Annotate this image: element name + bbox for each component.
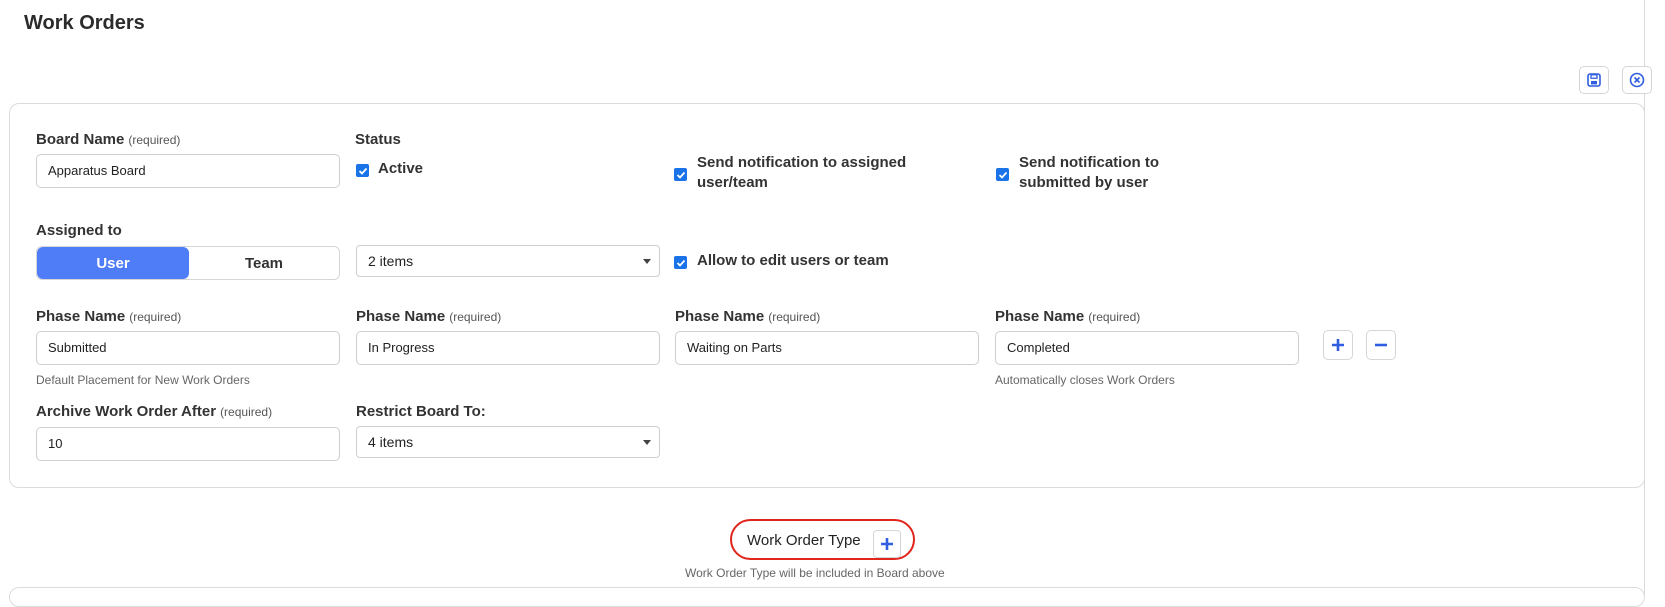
assignees-select-value: 2 items <box>368 253 414 269</box>
required-hint: (required) <box>1088 310 1141 324</box>
work-order-type-label: Work Order Type <box>747 532 861 549</box>
restrict-board-label: Restrict Board To: <box>356 403 486 420</box>
phase-3-input[interactable]: Waiting on Parts <box>675 331 979 365</box>
required-hint: (required) <box>129 310 182 324</box>
notify-assigned-label-line1: Send notification to assigned <box>697 154 907 171</box>
checkmark-icon <box>676 259 685 267</box>
notify-submitter-label: Send notification to submitted by user <box>1019 153 1159 193</box>
required-hint: (required) <box>220 405 273 419</box>
active-checkbox[interactable] <box>356 164 369 177</box>
notify-assigned-label: Send notification to assigned user/team <box>697 153 906 193</box>
assigned-to-user-option[interactable]: User <box>37 247 189 279</box>
phase-2-input[interactable]: In Progress <box>356 331 660 365</box>
work-order-type-help: Work Order Type will be included in Boar… <box>685 566 945 580</box>
required-hint: (required) <box>128 133 181 147</box>
phase-2-label-text: Phase Name <box>356 308 446 325</box>
chevron-down-icon <box>643 259 651 264</box>
notify-assigned-label-line2: user/team <box>697 174 768 191</box>
allow-edit-label: Allow to edit users or team <box>697 252 889 269</box>
phase-1-help: Default Placement for New Work Orders <box>36 373 250 387</box>
save-button[interactable] <box>1579 66 1609 94</box>
add-work-order-type-button[interactable] <box>873 530 901 558</box>
checkmark-icon <box>358 167 367 175</box>
archive-label-text: Archive Work Order After <box>36 403 217 420</box>
phase-4-help: Automatically closes Work Orders <box>995 373 1175 387</box>
phase-4-label-text: Phase Name <box>995 308 1085 325</box>
close-circle-icon <box>1629 72 1645 88</box>
chevron-down-icon <box>643 440 651 445</box>
board-name-input[interactable]: Apparatus Board <box>36 154 340 188</box>
phase-4-input[interactable]: Completed <box>995 331 1299 365</box>
allow-edit-checkbox[interactable] <box>674 256 687 269</box>
restrict-board-select-value: 4 items <box>368 434 414 450</box>
minus-icon <box>1375 343 1387 347</box>
notify-submitter-label-line1: Send notification to <box>1019 154 1159 171</box>
assigned-to-team-option[interactable]: Team <box>189 247 339 279</box>
phase-3-label-text: Phase Name <box>675 308 765 325</box>
remove-phase-button[interactable] <box>1366 330 1396 360</box>
active-checkbox-label: Active <box>378 160 424 177</box>
status-label: Status <box>355 131 401 148</box>
phase-1-label: Phase Name (required) <box>36 308 181 325</box>
archive-after-input[interactable]: 10 <box>36 427 340 461</box>
phase-4-label: Phase Name (required) <box>995 308 1140 325</box>
notify-submitter-checkbox[interactable] <box>996 168 1009 181</box>
board-name-label: Board Name (required) <box>36 131 180 148</box>
page-title: Work Orders <box>24 12 145 34</box>
save-icon <box>1587 73 1601 87</box>
plus-icon <box>881 538 893 550</box>
notify-submitter-label-line2: submitted by user <box>1019 174 1149 191</box>
add-phase-button[interactable] <box>1323 330 1353 360</box>
assigned-to-toggle: User Team <box>36 246 340 280</box>
phase-1-label-text: Phase Name <box>36 308 126 325</box>
restrict-board-select[interactable]: 4 items <box>356 426 660 458</box>
notify-assigned-checkbox[interactable] <box>674 168 687 181</box>
phase-1-input[interactable]: Submitted <box>36 331 340 365</box>
phase-3-label: Phase Name (required) <box>675 308 820 325</box>
assignees-select[interactable]: 2 items <box>356 245 660 277</box>
assigned-to-label: Assigned to <box>36 222 122 239</box>
phase-2-label: Phase Name (required) <box>356 308 501 325</box>
required-hint: (required) <box>449 310 502 324</box>
checkmark-icon <box>676 171 685 179</box>
board-name-label-text: Board Name <box>36 131 125 148</box>
plus-icon <box>1332 339 1344 351</box>
checkmark-icon <box>998 171 1007 179</box>
required-hint: (required) <box>768 310 821 324</box>
archive-label: Archive Work Order After (required) <box>36 403 272 420</box>
work-order-type-panel <box>9 587 1645 607</box>
close-button[interactable] <box>1622 66 1652 94</box>
